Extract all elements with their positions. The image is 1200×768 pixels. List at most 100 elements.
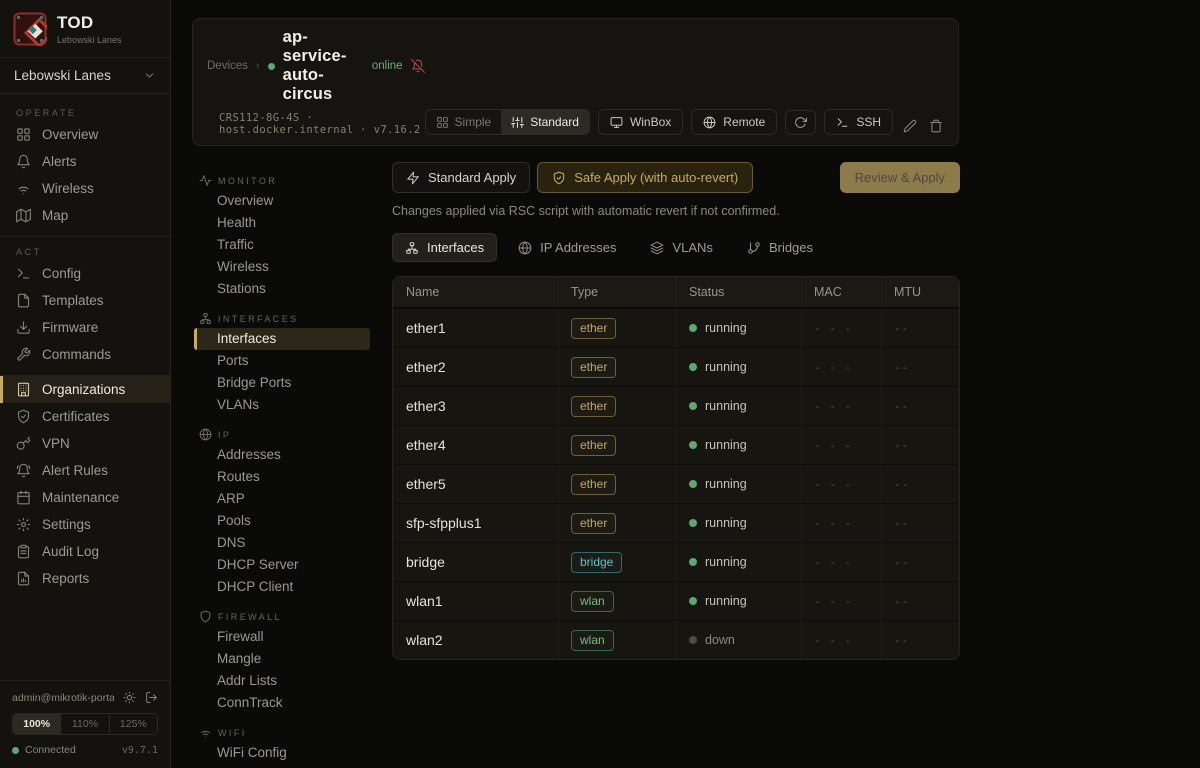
review-apply-button[interactable]: Review & Apply [840, 162, 960, 193]
subnav-item-traffic[interactable]: Traffic [194, 234, 370, 256]
ui-zoom-switcher: 100%110%125% [12, 713, 158, 735]
sliders-icon [511, 116, 524, 129]
winbox-button[interactable]: WinBox [598, 109, 683, 135]
subnav-item-stations[interactable]: Stations [194, 278, 370, 300]
subnav-item-firewall[interactable]: Firewall [194, 626, 370, 648]
table-row-ether4[interactable]: ether4etherrunning- - --- [393, 425, 959, 464]
sidebar-item-map[interactable]: Map [0, 202, 170, 229]
table-row-ether1[interactable]: ether1etherrunning- - --- [393, 308, 959, 347]
subnav-item-interfaces[interactable]: Interfaces [194, 328, 370, 350]
subnav-item-wireless[interactable]: Wireless [194, 256, 370, 278]
sidebar-item-alert-rules[interactable]: Alert Rules [0, 457, 170, 484]
view-mode-standard[interactable]: Standard [501, 110, 589, 134]
tab-bridges[interactable]: Bridges [734, 233, 826, 262]
subnav-item-dns[interactable]: DNS [194, 532, 370, 554]
table-row-ether2[interactable]: ether2etherrunning- - --- [393, 347, 959, 386]
table-cell: ether [558, 504, 676, 542]
subnav-section-label: FIREWALL [218, 612, 282, 622]
table-cell: ether5 [393, 465, 558, 503]
table-cell: sfp-sfpplus1 [393, 504, 558, 542]
grid-icon [16, 127, 31, 142]
view-mode-simple[interactable]: Simple [426, 110, 502, 134]
subnav-item-wifi-config[interactable]: WiFi Config [194, 742, 370, 764]
table-row-sfp-sfpplus1[interactable]: sfp-sfpplus1etherrunning- - --- [393, 503, 959, 542]
sidebar-item-wireless[interactable]: Wireless [0, 175, 170, 202]
table-cell: ether4 [393, 426, 558, 464]
refresh-button[interactable] [785, 110, 816, 135]
sidebar-item-certificates[interactable]: Certificates [0, 403, 170, 430]
status-label: running [705, 360, 747, 374]
wifi-icon [16, 181, 31, 196]
subnav-item-vlans[interactable]: VLANs [194, 394, 370, 416]
subnav-item-conntrack[interactable]: ConnTrack [194, 692, 370, 714]
bell-off-icon[interactable] [411, 59, 425, 73]
sidebar-item-alerts[interactable]: Alerts [0, 148, 170, 175]
subnav-item-dhcp-server[interactable]: DHCP Server [194, 554, 370, 576]
ui-zoom-110[interactable]: 110% [60, 714, 108, 734]
sidebar-item-label: Reports [42, 571, 89, 586]
logout-icon[interactable] [145, 691, 158, 704]
remote-button[interactable]: Remote [691, 109, 777, 135]
subnav-item-pools[interactable]: Pools [194, 510, 370, 532]
table-row-wlan2[interactable]: wlan2wlandown- - --- [393, 620, 959, 659]
file-chart-icon [16, 571, 31, 586]
theme-toggle-sun-icon[interactable] [123, 691, 136, 704]
apply-note: Changes applied via RSC script with auto… [392, 204, 960, 218]
ui-zoom-100[interactable]: 100% [13, 714, 60, 734]
subnav-item-routes[interactable]: Routes [194, 466, 370, 488]
globe-icon [703, 116, 716, 129]
status-running: running [689, 516, 747, 530]
gear-icon [16, 517, 31, 532]
sidebar-item-templates[interactable]: Templates [0, 287, 170, 314]
sidebar-item-maintenance[interactable]: Maintenance [0, 484, 170, 511]
status-dot [689, 480, 697, 488]
sidebar-item-audit-log[interactable]: Audit Log [0, 538, 170, 565]
sidebar-item-overview[interactable]: Overview [0, 121, 170, 148]
sidebar-item-reports[interactable]: Reports [0, 565, 170, 592]
ssh-button[interactable]: SSH [824, 109, 893, 135]
device-online-dot [268, 63, 275, 70]
table-row-bridge[interactable]: bridgebridgerunning- - --- [393, 542, 959, 581]
org-selector[interactable]: Lebowski Lanes [0, 58, 170, 93]
subnav-item-ports[interactable]: Ports [194, 350, 370, 372]
tab-ip-addresses[interactable]: IP Addresses [505, 233, 629, 262]
subnav-item-bridge-ports[interactable]: Bridge Ports [194, 372, 370, 394]
table-cell: running [676, 348, 801, 386]
bell-ring-icon [16, 463, 31, 478]
sidebar-item-commands[interactable]: Commands [0, 341, 170, 368]
column-header-status: Status [676, 277, 801, 307]
subnav-item-mangle[interactable]: Mangle [194, 648, 370, 670]
building-icon [16, 382, 31, 397]
sidebar-item-config[interactable]: Config [0, 260, 170, 287]
subnav-item-arp[interactable]: ARP [194, 488, 370, 510]
sidebar-item-firmware[interactable]: Firmware [0, 314, 170, 341]
safe-apply-button[interactable]: Safe Apply (with auto-revert) [537, 162, 753, 193]
tab-vlans[interactable]: VLANs [637, 233, 725, 262]
table-row-wlan1[interactable]: wlan1wlanrunning- - --- [393, 581, 959, 620]
subnav-item-dhcp-client[interactable]: DHCP Client [194, 576, 370, 598]
content-tabs: Interfaces IP Addresses VLANs Bridges [392, 233, 960, 262]
table-row-ether5[interactable]: ether5etherrunning- - --- [393, 464, 959, 503]
mac-value: - - - [814, 322, 852, 335]
device-status-badge: online [372, 60, 403, 72]
subnav-item-addresses[interactable]: Addresses [194, 444, 370, 466]
subnav-item-health[interactable]: Health [194, 212, 370, 234]
status-label: down [705, 633, 735, 647]
status-running: running [689, 399, 747, 413]
sidebar-item-label: Templates [42, 293, 104, 308]
table-row-ether3[interactable]: ether3etherrunning- - --- [393, 386, 959, 425]
subnav-item-overview[interactable]: Overview [194, 190, 370, 212]
sidebar-item-label: Alert Rules [42, 463, 108, 478]
tab-interfaces[interactable]: Interfaces [392, 233, 497, 262]
ui-zoom-125[interactable]: 125% [109, 714, 157, 734]
sidebar-item-organizations[interactable]: Organizations [0, 376, 170, 403]
delete-device-icon[interactable] [927, 117, 945, 135]
status-dot [689, 597, 697, 605]
breadcrumb-devices[interactable]: Devices [207, 60, 248, 72]
sidebar-item-vpn[interactable]: VPN [0, 430, 170, 457]
sidebar-item-settings[interactable]: Settings [0, 511, 170, 538]
edit-device-icon[interactable] [901, 117, 919, 135]
standard-apply-button[interactable]: Standard Apply [392, 162, 530, 193]
subnav-item-addr-lists[interactable]: Addr Lists [194, 670, 370, 692]
sidebar-footer: admin@mikrotik-portal.dev 100%110%125% C… [0, 680, 170, 768]
